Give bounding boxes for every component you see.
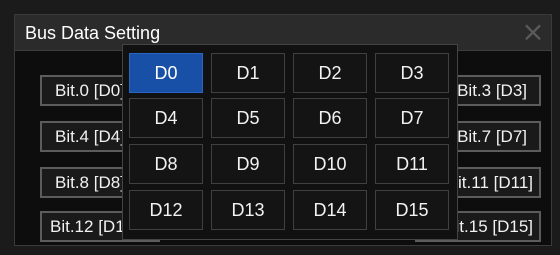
channel-option-d2[interactable]: D2: [293, 53, 367, 93]
channel-option-d4[interactable]: D4: [129, 98, 203, 138]
channel-option-d9[interactable]: D9: [211, 144, 285, 184]
dialog-title: Bus Data Setting: [25, 23, 161, 43]
channel-option-d6[interactable]: D6: [293, 98, 367, 138]
channel-option-d7[interactable]: D7: [375, 98, 449, 138]
close-icon[interactable]: ×: [521, 18, 545, 46]
channel-option-d12[interactable]: D12: [129, 190, 203, 230]
channel-option-d0[interactable]: D0: [129, 53, 203, 93]
channel-option-d8[interactable]: D8: [129, 144, 203, 184]
channel-picker-popup: D0 D1 D2 D3 D4 D5 D6 D7 D8 D9 D10 D11 D1…: [122, 44, 458, 240]
channel-option-d13[interactable]: D13: [211, 190, 285, 230]
channel-option-d14[interactable]: D14: [293, 190, 367, 230]
channel-option-d15[interactable]: D15: [375, 190, 449, 230]
channel-option-d3[interactable]: D3: [375, 53, 449, 93]
channel-option-d5[interactable]: D5: [211, 98, 285, 138]
channel-option-d10[interactable]: D10: [293, 144, 367, 184]
channel-option-d11[interactable]: D11: [375, 144, 449, 184]
channel-option-d1[interactable]: D1: [211, 53, 285, 93]
